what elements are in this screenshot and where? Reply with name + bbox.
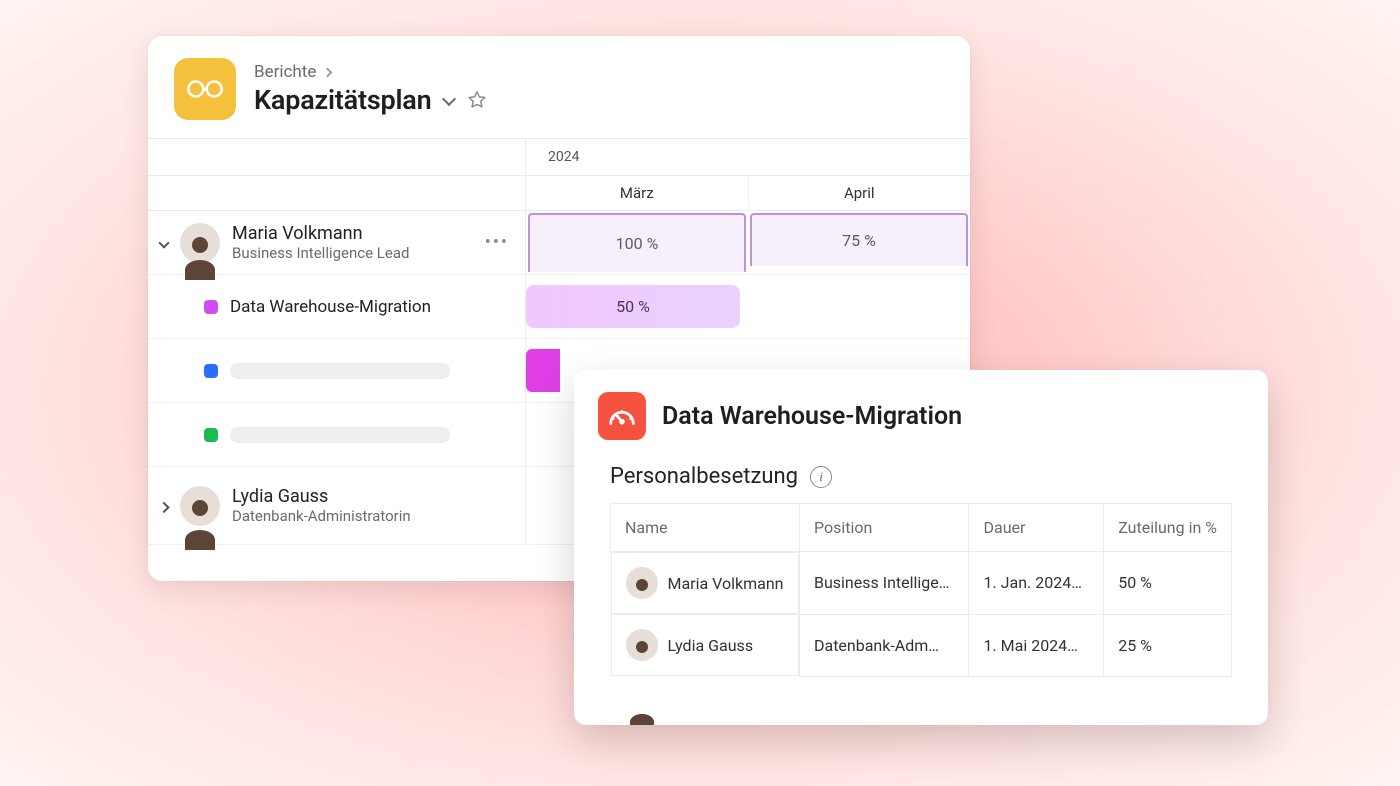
project-icon [598, 392, 646, 440]
capacity-bar[interactable]: 100 % [528, 213, 746, 272]
breadcrumb-parent[interactable]: Berichte [254, 62, 316, 82]
project-detail-popup: Data Warehouse-Migration Personalbesetzu… [574, 370, 1268, 725]
cell-alloc: 25 % [1104, 614, 1232, 676]
allocation-bar[interactable]: 50 % [526, 285, 740, 328]
avatar [626, 629, 658, 661]
person-name: Lydia Gauss [232, 486, 411, 508]
avatar [626, 567, 658, 599]
info-icon[interactable]: i [810, 466, 832, 488]
assignment-label: Data Warehouse-Migration [230, 297, 431, 317]
expand-toggle[interactable] [154, 233, 174, 253]
chevron-down-icon[interactable] [441, 92, 455, 106]
status-dot [204, 364, 218, 378]
allocation-bar[interactable] [526, 349, 560, 392]
timeline-month: April [749, 176, 971, 210]
page-title: Kapazitätsplan [254, 84, 432, 116]
col-alloc[interactable]: Zuteilung in % [1104, 504, 1232, 552]
cell-position: Business Intellige… [799, 552, 969, 615]
person-name: Maria Volkmann [232, 223, 409, 245]
assignment-row[interactable]: Data Warehouse-Migration 50 % [148, 275, 970, 339]
cell-duration: 1. Mai 2024… [969, 614, 1104, 676]
person-role: Business Intelligence Lead [232, 244, 409, 262]
staffing-table: Name Position Dauer Zuteilung in % Maria… [610, 503, 1232, 677]
glasses-icon [186, 79, 224, 99]
status-dot [204, 428, 218, 442]
col-duration[interactable]: Dauer [969, 504, 1104, 552]
placeholder-label [230, 427, 450, 443]
star-icon[interactable] [466, 89, 488, 111]
table-row[interactable]: Maria Volkmann Business Intellige… 1. Ja… [611, 552, 1232, 615]
breadcrumb[interactable]: Berichte [254, 62, 488, 82]
avatar [180, 223, 220, 263]
person-row[interactable]: Maria Volkmann Business Intelligence Lea… [148, 211, 970, 275]
capacity-bar[interactable]: 75 % [750, 213, 968, 266]
popup-title: Data Warehouse-Migration [662, 402, 962, 431]
col-position[interactable]: Position [799, 504, 969, 552]
gauge-icon [607, 401, 637, 431]
page-header: Berichte Kapazitätsplan [148, 36, 970, 138]
placeholder-label [230, 363, 450, 379]
avatar [180, 486, 220, 526]
person-role: Datenbank-Administratorin [232, 507, 411, 525]
cell-position: Datenbank-Adm… [799, 614, 969, 676]
timeline-year: 2024 [526, 139, 579, 175]
app-icon [174, 58, 236, 120]
cell-alloc: 50 % [1104, 552, 1232, 615]
col-name[interactable]: Name [611, 504, 800, 552]
status-dot [204, 300, 218, 314]
section-heading: Personalbesetzung [610, 464, 798, 489]
chevron-right-icon [323, 67, 333, 77]
cell-name: Maria Volkmann [668, 574, 784, 593]
more-actions-icon[interactable]: ••• [481, 228, 513, 257]
expand-toggle[interactable] [154, 496, 174, 516]
cell-name: Lydia Gauss [668, 636, 754, 655]
cell-duration: 1. Jan. 2024… [969, 552, 1104, 615]
table-row[interactable]: Lydia Gauss Datenbank-Adm… 1. Mai 2024… … [611, 614, 1232, 676]
timeline-month: März [526, 176, 749, 210]
